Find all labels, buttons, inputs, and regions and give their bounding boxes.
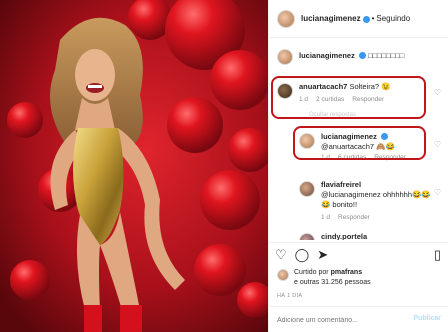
heart-icon[interactable]: ♡ xyxy=(434,140,441,149)
likes-prefix: Curtido por xyxy=(294,269,329,276)
liker-username[interactable]: pmafrans xyxy=(331,269,363,276)
post-photo[interactable] xyxy=(0,0,268,332)
caption-text: □□□□□□□□ xyxy=(368,51,405,60)
verified-badge-icon xyxy=(362,16,370,23)
comment-text: @lucianagimenez ohhhhhh😂😂😂 bonito!! xyxy=(321,190,431,209)
likes-summary: Curtido por pmafrans e outras 31.256 pes… xyxy=(277,268,371,288)
comment-reply: flaviafreirel @lucianagimenez ohhhhhh😂😂😂… xyxy=(299,180,431,223)
comment-icon[interactable]: ◯ xyxy=(295,248,310,261)
post-sidebar: lucianagimenez • Seguindo lucianagimenez… xyxy=(268,0,448,332)
highlight-box xyxy=(293,126,426,160)
post-image xyxy=(0,0,268,332)
following-button[interactable]: Seguindo xyxy=(376,14,410,23)
caption: lucianagimenez □□□□□□□□ xyxy=(277,48,404,65)
share-icon[interactable]: ➤ xyxy=(317,248,328,261)
comment-time: 1 d xyxy=(321,214,331,221)
caption-username[interactable]: lucianagimenez xyxy=(299,51,355,60)
liker-avatar[interactable] xyxy=(277,269,289,281)
author-username[interactable]: lucianagimenez xyxy=(301,14,361,23)
post-date[interactable]: HÁ 1 DIA xyxy=(277,293,302,299)
caption-avatar[interactable] xyxy=(277,49,293,65)
separator-dot: • xyxy=(371,14,375,23)
comment-username[interactable]: flaviafreirel xyxy=(321,180,361,189)
publish-button[interactable]: Publicar xyxy=(413,315,441,322)
heart-icon[interactable]: ♡ xyxy=(434,88,441,97)
comment-input[interactable] xyxy=(277,314,397,326)
highlight-box xyxy=(271,76,426,119)
commenter-avatar[interactable] xyxy=(299,233,315,240)
comments-section[interactable]: lucianagimenez □□□□□□□□ anuartacach7 Sol… xyxy=(269,40,448,240)
reply-button[interactable]: Responder xyxy=(338,213,370,223)
add-comment-bar: Publicar xyxy=(269,306,448,332)
comment-reply: cindy.portela xyxy=(299,232,367,240)
comment-username[interactable]: cindy.portela xyxy=(321,232,367,240)
post-header: lucianagimenez • Seguindo xyxy=(269,0,448,38)
commenter-avatar[interactable] xyxy=(299,181,315,197)
heart-icon[interactable]: ♡ xyxy=(275,248,287,261)
post-actions: ♡ ◯ ➤ ▯ xyxy=(269,242,448,266)
heart-icon[interactable]: ♡ xyxy=(434,188,441,197)
likes-count[interactable]: e outras 31.256 pessoas xyxy=(294,279,371,286)
bookmark-icon[interactable]: ▯ xyxy=(434,248,441,261)
verified-badge-icon xyxy=(358,52,366,59)
author-avatar[interactable] xyxy=(277,9,295,28)
